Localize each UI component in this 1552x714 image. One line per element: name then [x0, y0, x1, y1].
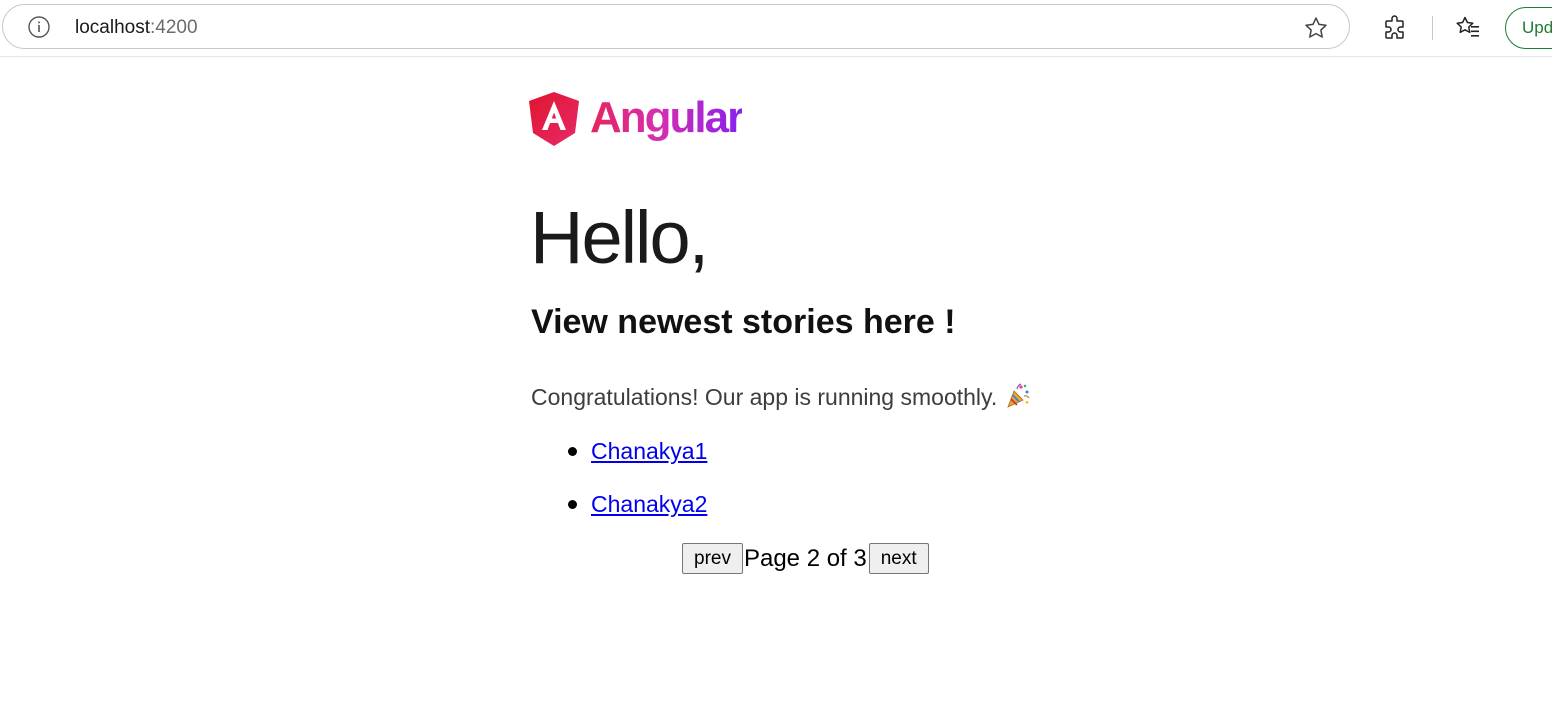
congrats-text: Congratulations! Our app is running smoo… — [531, 384, 998, 410]
next-button[interactable]: next — [868, 543, 929, 574]
page-subtitle: View newest stories here ! — [531, 303, 956, 341]
url-text[interactable]: localhost:4200 — [75, 17, 198, 39]
list-bullet — [568, 447, 577, 456]
star-icon[interactable] — [1303, 15, 1329, 41]
story-link-2[interactable]: Chanakya2 — [591, 491, 707, 517]
info-icon[interactable] — [27, 15, 51, 39]
angular-shield-icon — [529, 92, 579, 146]
update-button[interactable]: Update — [1505, 7, 1552, 49]
favorites-icon[interactable] — [1454, 14, 1482, 42]
update-label: Update — [1522, 18, 1552, 37]
party-popper-icon — [1007, 383, 1030, 408]
url-port: :4200 — [150, 17, 198, 38]
page-indicator: Page 2 of 3 — [743, 545, 867, 572]
address-bar[interactable]: localhost:4200 — [2, 4, 1350, 49]
list-bullet — [568, 500, 577, 509]
congrats-message: Congratulations! Our app is running smoo… — [531, 382, 1031, 412]
list-item: Chanakya2 — [568, 485, 707, 538]
browser-toolbar: localhost:4200 Update — [0, 0, 1552, 57]
list-item: Chanakya1 — [568, 432, 707, 485]
angular-logo: Angular — [529, 92, 769, 148]
toolbar-separator — [1432, 16, 1433, 40]
pagination: prev Page 2 of 3 next — [682, 543, 929, 574]
puzzle-icon[interactable] — [1381, 14, 1409, 42]
story-list: Chanakya1 Chanakya2 — [531, 432, 707, 538]
angular-wordmark: Angular — [590, 93, 744, 142]
hello-heading: Hello, — [530, 196, 709, 279]
prev-button[interactable]: prev — [682, 543, 743, 574]
story-link-1[interactable]: Chanakya1 — [591, 438, 707, 464]
url-host: localhost — [75, 17, 150, 38]
